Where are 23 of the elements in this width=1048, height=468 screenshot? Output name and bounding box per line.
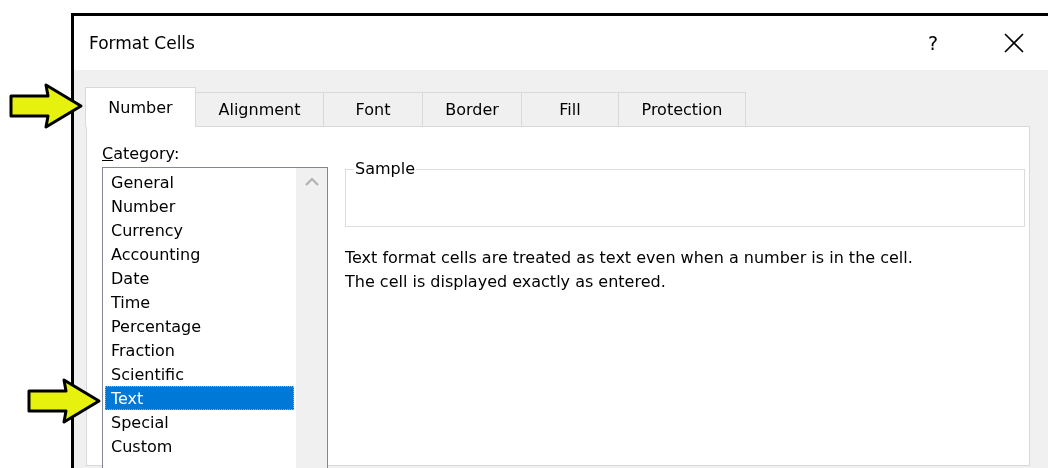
help-button[interactable]: ? [923,32,942,54]
scrollbar[interactable] [296,168,327,468]
tab[interactable]: Number [85,87,196,127]
scroll-up-icon[interactable] [304,178,319,186]
category-label: Category: [102,144,181,163]
tab[interactable]: Protection [618,92,746,126]
category-item[interactable]: General [105,170,294,194]
category-item[interactable]: Time [105,290,294,314]
category-item[interactable]: Percentage [105,314,294,338]
sample-label: Sample [354,160,416,178]
window-title: Format Cells [89,33,196,53]
description-text: Text format cells are treated as text even when a number is in the cell. [345,247,914,269]
category-item[interactable]: Special [105,410,294,434]
category-item[interactable]: Scientific [105,362,294,386]
category-item[interactable]: Date [105,266,294,290]
category-item[interactable]: Accounting [105,242,294,266]
close-icon[interactable] [1004,33,1024,53]
category-item[interactable]: Text [105,386,294,410]
category-item[interactable]: Custom [105,434,294,458]
description-text: The cell is displayed exactly as entered. [345,271,667,293]
category-item[interactable]: Number [105,194,294,218]
category-item[interactable]: Fraction [105,338,294,362]
category-item[interactable]: Currency [105,218,294,242]
